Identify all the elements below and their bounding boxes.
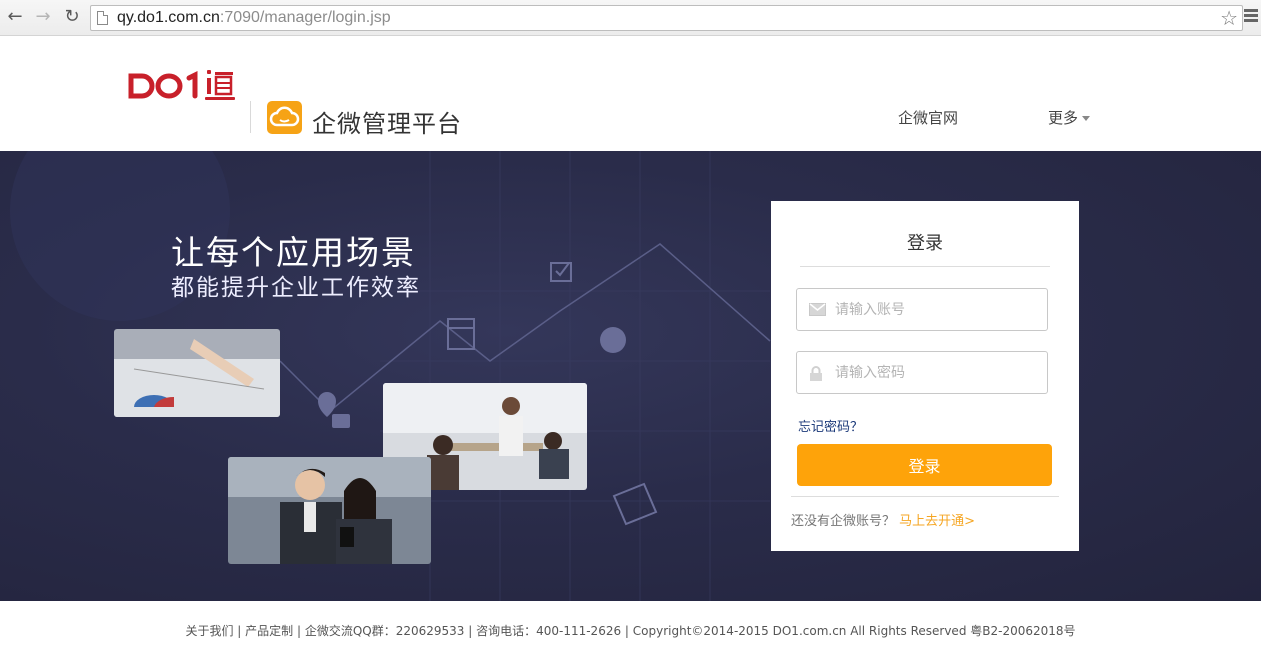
bookmark-star-icon[interactable]: ☆ [1220,6,1238,30]
hero-slogan-line1: 让每个应用场景 [171,233,416,272]
site-footer: 关于我们 | 产品定制 | 企微交流QQ群：220629533 | 咨询电话：4… [0,601,1261,647]
back-arrow-icon[interactable]: ← [5,7,25,27]
password-input[interactable] [835,352,1040,393]
password-field[interactable] [796,351,1048,394]
url-path: :7090/manager/login.jsp [219,9,391,26]
no-account-text: 还没有企微账号？ [791,514,896,529]
login-submit-button[interactable]: 登录 [797,444,1052,486]
logo-divider [250,101,251,133]
footer-text: 关于我们 | 产品定制 | 企微交流QQ群：220629533 | 咨询电话：4… [185,624,1076,638]
forgot-password-link[interactable]: 忘记密码？ [798,416,863,435]
page-icon [97,11,108,25]
login-card: 登录 忘记密码？ 登录 还没有企微账号？ 马上去开通> [771,201,1079,551]
account-input[interactable] [835,289,1040,330]
reload-icon[interactable]: ↻ [62,7,82,27]
signup-link[interactable]: 马上去开通> [899,514,975,529]
do1-logo[interactable] [127,66,239,106]
hero-slogan-line2: 都能提升企业工作效率 [171,275,421,301]
lock-icon [810,366,822,381]
nav-more-label: 更多 [1048,109,1079,127]
browser-toolbar: ← → ↻ qy.do1.com.cn:7090/manager/login.j… [0,0,1261,36]
url-text[interactable]: qy.do1.com.cn:7090/manager/login.jsp [117,9,391,27]
login-title: 登录 [907,233,943,254]
login-bottom-divider [791,496,1059,497]
nav-more[interactable]: 更多 [1048,107,1091,128]
chrome-menu-icon[interactable] [1244,9,1258,24]
login-title-divider [800,266,1050,267]
photo-business-people [228,457,431,564]
url-host: qy.do1.com.cn [117,9,220,26]
account-field[interactable] [796,288,1048,331]
cloud-icon [267,101,302,134]
nav-official-site[interactable]: 企微官网 [898,107,958,128]
mail-icon [809,303,826,316]
signup-prompt: 还没有企微账号？ 马上去开通> [791,510,975,529]
forward-arrow-icon[interactable]: → [33,7,53,27]
brand-title: 企微管理平台 [312,110,462,138]
photo-chart-document [114,329,280,417]
caret-down-icon [1082,116,1091,121]
hero-banner: 让每个应用场景 都能提升企业工作效率 登录 请输入账号 忘记密码？ 登录 还没有… [0,151,1261,601]
address-bar[interactable]: qy.do1.com.cn:7090/manager/login.jsp ☆ [90,5,1243,31]
